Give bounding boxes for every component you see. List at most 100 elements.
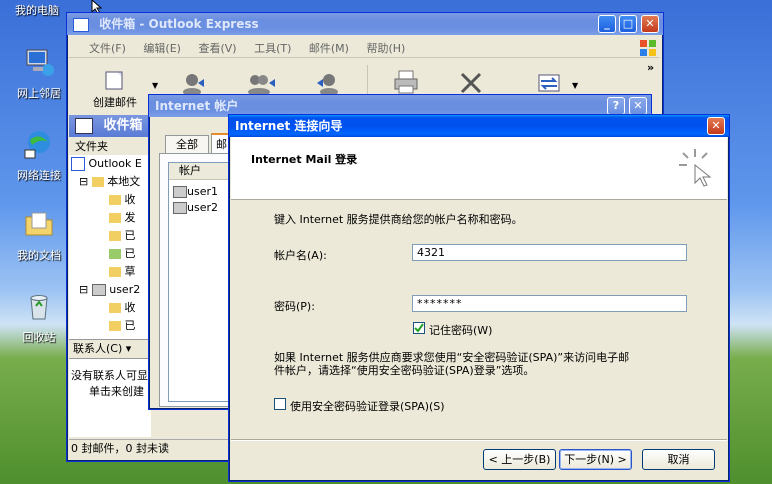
desktop-icon-network-connections[interactable]: 网络连接 <box>6 128 72 183</box>
outlook-window-icon <box>73 17 89 32</box>
create-mail-button[interactable]: 创建邮件 <box>85 69 145 110</box>
desktop-icon-label: 回收站 <box>22 331 56 344</box>
network-connections-icon <box>24 131 50 159</box>
connection-wizard-window: Internet 连接向导 ✕ Internet Mail 登录 键入 Inte… <box>228 114 730 482</box>
spa-description-line-2: 件帐户，请选择“使用安全密码验证(SPA)登录”选项。 <box>274 364 535 377</box>
mail-account-icon <box>173 202 187 214</box>
desktop-icon-network-places[interactable]: 网上邻居 <box>6 46 72 101</box>
folder-icon <box>25 212 53 236</box>
contacts-header[interactable]: 联系人(C) ▾ <box>69 339 151 359</box>
minimize-button[interactable]: _ <box>598 15 616 33</box>
checkmark-icon <box>414 323 424 333</box>
tree-item-local-folders[interactable]: ⊟ 本地文 <box>71 173 151 191</box>
reply-icon[interactable] <box>182 71 208 95</box>
inbox-header-icon <box>75 117 93 134</box>
tree-item-label: 本地文 <box>107 175 141 188</box>
sent-folder-icon <box>109 321 121 331</box>
contacts-label: 联系人(C) <box>73 342 123 355</box>
menu-item-edit[interactable]: 编辑(E) <box>143 42 181 55</box>
folders-pane: 文件夹 Outlook E ⊟ 本地文 收 发 已 已 草 ⊟ user2 收 … <box>69 139 152 339</box>
desktop-icon-label: 我的电脑 <box>15 4 59 17</box>
folders-pane-label: 文件夹 <box>69 139 151 155</box>
spa-login-checkbox[interactable] <box>274 398 286 410</box>
new-mail-icon <box>105 71 123 90</box>
tree-item-outbox[interactable]: 发 <box>71 209 151 227</box>
tab-all-label: 全部 <box>176 138 198 151</box>
toolbar-separator <box>69 57 659 58</box>
password-input[interactable]: ******* <box>412 295 687 312</box>
tree-item-user2-sent[interactable]: 已 <box>71 317 151 335</box>
mail-server-icon <box>91 284 106 296</box>
password-label: 密码(P): <box>274 300 315 313</box>
folder-header-title: 收件箱 <box>103 118 143 133</box>
wizard-title-bar[interactable]: Internet 连接向导 ✕ <box>229 115 729 137</box>
tab-all[interactable]: 全部 <box>165 135 209 154</box>
create-mail-dropdown-icon[interactable]: ▼ <box>152 81 158 90</box>
account-name: user2 <box>187 201 218 214</box>
menu-item-tools[interactable]: 工具(T) <box>254 42 291 55</box>
desktop-icon-label: 网络连接 <box>17 169 61 182</box>
outlook-title: 收件箱 - Outlook Express <box>99 17 259 31</box>
outlook-title-bar[interactable]: 收件箱 - Outlook Express _ □ ✕ <box>67 13 663 35</box>
menu-item-help[interactable]: 帮助(H) <box>366 42 405 55</box>
tree-item-label: 收 <box>124 193 136 206</box>
wizard-header-title: Internet Mail 登录 <box>251 153 358 166</box>
tree-item-label: 发 <box>124 211 136 224</box>
tree-item-user2-inbox[interactable]: 收 <box>71 299 151 317</box>
close-button[interactable]: ✕ <box>629 97 647 115</box>
tree-item-sent[interactable]: 已 <box>71 227 151 245</box>
create-mail-label: 创建邮件 <box>93 96 137 109</box>
cancel-button[interactable]: 取消 <box>642 449 715 470</box>
reply-all-icon[interactable] <box>247 71 277 95</box>
menu-item-message[interactable]: 邮件(M) <box>309 42 349 55</box>
drafts-folder-icon <box>109 267 121 277</box>
help-button[interactable]: ? <box>607 97 625 115</box>
outbox-folder-icon <box>109 213 121 223</box>
remember-password-checkbox[interactable] <box>413 322 425 334</box>
windows-logo-icon <box>640 40 656 56</box>
spa-login-label[interactable]: 使用安全密码验证登录(SPA)(S) <box>290 398 445 414</box>
tab-mail-label: 邮 <box>216 138 227 151</box>
wizard-footer-separator <box>231 439 727 441</box>
toolbar-overflow-icon[interactable]: » <box>647 61 654 74</box>
desktop-icon-my-documents[interactable]: 我的文档 <box>6 208 72 263</box>
send-receive-icon[interactable] <box>535 71 563 95</box>
contacts-pane: 联系人(C) ▾ 没有联系人可显 单击来创建 <box>69 339 151 437</box>
tree-item-drafts[interactable]: 草 <box>71 263 151 281</box>
tree-item-label: 已 <box>124 247 136 260</box>
tree-item-deleted[interactable]: 已 <box>71 245 151 263</box>
close-button[interactable]: ✕ <box>707 117 725 135</box>
wizard-header-panel: Internet Mail 登录 <box>231 137 727 200</box>
menu-bar: 文件(F) 编辑(E) 查看(V) 工具(T) 邮件(M) 帮助(H) <box>89 40 419 56</box>
tree-item-label: 草 <box>124 265 136 278</box>
inbox-folder-icon <box>109 303 121 313</box>
tree-item-outlook-express[interactable]: Outlook E <box>71 155 151 173</box>
send-receive-dropdown-icon[interactable]: ▼ <box>572 81 578 90</box>
inbox-folder-icon <box>109 195 121 205</box>
menu-item-file[interactable]: 文件(F) <box>89 42 126 55</box>
sent-folder-icon <box>109 231 121 241</box>
desktop-icon-label: 我的文档 <box>17 249 61 262</box>
close-button[interactable]: ✕ <box>641 15 659 33</box>
deleted-folder-icon <box>109 249 121 259</box>
wizard-title: Internet 连接向导 <box>235 119 343 133</box>
maximize-button[interactable]: □ <box>619 15 637 33</box>
tree-item-user2[interactable]: ⊟ user2 <box>71 281 151 299</box>
delete-icon[interactable] <box>459 71 483 95</box>
tree-item-inbox[interactable]: 收 <box>71 191 151 209</box>
next-button[interactable]: 下一步(N) > <box>559 449 632 470</box>
status-text: 0 封邮件，0 封未读 <box>71 442 169 455</box>
account-name-input[interactable]: 4321 <box>412 244 687 261</box>
desktop-icon-recycle-bin[interactable]: 回收站 <box>6 290 72 345</box>
desktop-icon-label: 网上邻居 <box>17 87 61 100</box>
print-icon[interactable] <box>392 69 420 95</box>
wizard-wand-icon <box>679 149 712 187</box>
forward-icon[interactable] <box>315 71 341 95</box>
back-button[interactable]: < 上一步(B) <box>483 449 556 470</box>
desktop-icon-my-computer[interactable]: 我的电脑 <box>4 2 70 18</box>
tree-item-label: user2 <box>109 283 141 296</box>
outlook-express-icon <box>71 157 85 171</box>
contacts-empty-text-2[interactable]: 单击来创建 <box>69 383 151 399</box>
menu-item-view[interactable]: 查看(V) <box>198 42 236 55</box>
remember-password-label[interactable]: 记住密码(W) <box>429 322 492 338</box>
